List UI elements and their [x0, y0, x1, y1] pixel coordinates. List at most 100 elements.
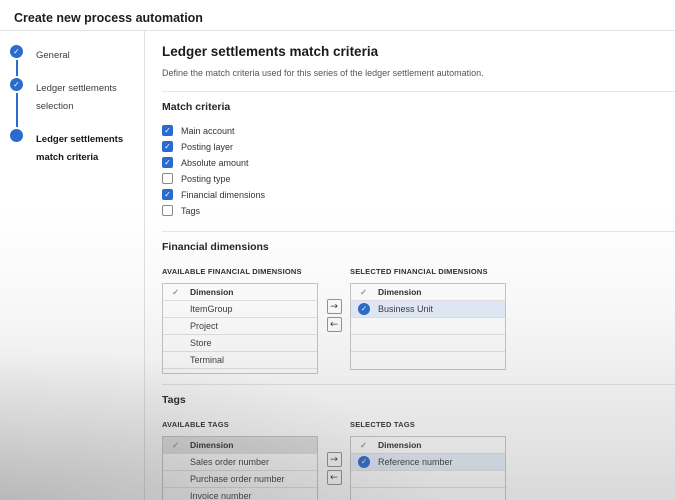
completed-step-check-icon: ✓ — [10, 78, 23, 91]
checkbox-label: Posting type — [181, 174, 231, 184]
checkbox-checked-icon[interactable]: ✓ — [162, 157, 173, 168]
selected-tags-grid[interactable]: ✓Dimension✓Reference number — [350, 436, 506, 500]
table-row[interactable]: Purchase order number — [163, 471, 317, 488]
available-tags-label: AVAILABLE TAGS — [162, 420, 318, 429]
move-left-button[interactable]: ← — [327, 470, 342, 485]
selected-row-check-icon: ✓ — [358, 456, 370, 468]
table-row[interactable]: Terminal — [163, 352, 317, 369]
available-tags-grid[interactable]: ✓Dimension Sales order number Purchase ord… — [162, 436, 318, 500]
row-label: Invoice number — [190, 491, 252, 500]
empty-table-row[interactable] — [351, 471, 505, 488]
column-header-label: Dimension — [190, 287, 233, 297]
financial-dimensions-heading: Financial dimensions — [162, 241, 675, 253]
checkbox-label: Posting layer — [181, 142, 233, 152]
column-header-label: Dimension — [378, 287, 421, 297]
row-label: Project — [190, 321, 218, 331]
row-label: Reference number — [378, 457, 453, 467]
grid-header-row[interactable]: ✓Dimension — [351, 284, 505, 301]
empty-table-row[interactable] — [351, 335, 505, 352]
empty-table-row[interactable] — [351, 352, 505, 369]
table-row[interactable]: Invoice number — [163, 488, 317, 500]
financial-dimensions-move-buttons: → ← — [318, 299, 350, 332]
row-selected-check-icon: ✓ — [351, 303, 378, 315]
match-criteria-option[interactable]: Posting type — [162, 173, 675, 184]
move-right-button[interactable]: → — [327, 299, 342, 314]
tags-move-buttons: → ← — [318, 452, 350, 485]
selected-tags-column: SELECTED TAGS ✓Dimension✓Reference numbe… — [350, 418, 506, 500]
row-label: ItemGroup — [190, 304, 233, 314]
column-header-label: Dimension — [378, 440, 421, 450]
tags-heading: Tags — [162, 394, 675, 406]
row-label: Purchase order number — [190, 474, 285, 484]
match-criteria-option[interactable]: ✓ Financial dimensions — [162, 189, 675, 200]
completed-step-check-icon: ✓ — [10, 45, 23, 58]
match-criteria-heading: Match criteria — [162, 101, 675, 113]
selected-financial-dimensions-label: SELECTED FINANCIAL DIMENSIONS — [350, 267, 506, 276]
checkbox-unchecked-icon[interactable] — [162, 205, 173, 216]
column-check-icon: ✓ — [163, 287, 190, 298]
selected-row-check-icon: ✓ — [358, 303, 370, 315]
page-description: Define the match criteria used for this … — [162, 68, 675, 78]
financial-dimensions-section: Financial dimensions AVAILABLE FINANCIAL… — [162, 232, 675, 384]
column-check-icon: ✓ — [351, 440, 378, 451]
column-header-label: Dimension — [190, 440, 233, 450]
table-row[interactable]: Project — [163, 318, 317, 335]
match-criteria-checkbox-list: ✓ Main account ✓ Posting layer ✓ Absolute amo… — [162, 125, 675, 216]
tags-section: Tags AVAILABLE TAGS ✓DimensionSales orde… — [162, 385, 675, 500]
wizard-step-sidebar: ✓ General ✓ Ledger settlements selection Led… — [0, 31, 145, 500]
table-row[interactable]: ItemGroup — [163, 301, 317, 318]
step-label: Ledger settlements selection — [36, 83, 117, 112]
grid-header-row[interactable]: ✓Dimension — [351, 437, 505, 454]
available-financial-dimensions-grid[interactable]: ✓Dimension ItemGroup Project Store Terminal W… — [162, 283, 318, 374]
dialog-body: ✓ General ✓ Ledger settlements selection Led… — [0, 31, 675, 500]
step-label: General — [36, 50, 70, 61]
row-label: Worker — [190, 373, 219, 375]
checkbox-label: Tags — [181, 206, 200, 216]
grid-header-row[interactable]: ✓Dimension — [163, 437, 317, 454]
checkbox-label: Absolute amount — [181, 158, 249, 168]
row-label: Sales order number — [190, 457, 269, 467]
wizard-page: Ledger settlements match criteria Define… — [145, 31, 675, 500]
checkbox-checked-icon[interactable]: ✓ — [162, 125, 173, 136]
row-selected-check-icon: ✓ — [351, 456, 378, 468]
table-row[interactable]: Worker — [163, 369, 317, 374]
match-criteria-option[interactable]: ✓ Main account — [162, 125, 675, 136]
step-label: Ledger settlements match criteria — [36, 134, 123, 163]
table-row[interactable]: ✓ Reference number — [351, 454, 505, 471]
match-criteria-option[interactable]: ✓ Posting layer — [162, 141, 675, 152]
row-label: Business Unit — [378, 304, 433, 314]
checkbox-checked-icon[interactable]: ✓ — [162, 189, 173, 200]
table-row[interactable]: Store — [163, 335, 317, 352]
available-financial-dimensions-label: AVAILABLE FINANCIAL DIMENSIONS — [162, 267, 318, 276]
selected-financial-dimensions-grid[interactable]: ✓Dimension✓Business Unit — [350, 283, 506, 370]
wizard-step-3[interactable]: Ledger settlements match criteria — [6, 129, 138, 180]
empty-table-row[interactable] — [351, 318, 505, 335]
grid-header-row[interactable]: ✓Dimension — [163, 284, 317, 301]
column-check-icon: ✓ — [163, 440, 190, 451]
match-criteria-section: Match criteria ✓ Main account ✓ Posting lay… — [162, 92, 675, 231]
row-label: Terminal — [190, 355, 224, 365]
column-check-icon: ✓ — [351, 287, 378, 298]
checkbox-label: Financial dimensions — [181, 190, 265, 200]
step-list: ✓ General ✓ Ledger settlements selection Led… — [6, 45, 138, 180]
table-row[interactable]: Sales order number — [163, 454, 317, 471]
checkbox-unchecked-icon[interactable] — [162, 173, 173, 184]
move-right-button[interactable]: → — [327, 452, 342, 467]
empty-table-row[interactable] — [351, 488, 505, 500]
selected-tags-label: SELECTED TAGS — [350, 420, 506, 429]
checkbox-checked-icon[interactable]: ✓ — [162, 141, 173, 152]
available-tags-column: AVAILABLE TAGS ✓Dimension Sales order num… — [162, 418, 318, 500]
checkbox-label: Main account — [181, 126, 235, 136]
current-step-icon — [10, 129, 23, 142]
financial-dimensions-dual-list: AVAILABLE FINANCIAL DIMENSIONS ✓Dimensio… — [162, 265, 675, 374]
table-row[interactable]: ✓ Business Unit — [351, 301, 505, 318]
match-criteria-option[interactable]: Tags — [162, 205, 675, 216]
page-title: Ledger settlements match criteria — [162, 44, 675, 59]
match-criteria-option[interactable]: ✓ Absolute amount — [162, 157, 675, 168]
tags-dual-list: AVAILABLE TAGS ✓DimensionSales order num… — [162, 418, 675, 500]
dialog-title: Create new process automation — [14, 11, 203, 25]
wizard-step-1[interactable]: ✓ General — [6, 45, 138, 78]
wizard-step-2[interactable]: ✓ Ledger settlements selection — [6, 78, 138, 129]
move-left-button[interactable]: ← — [327, 317, 342, 332]
dialog-header: Create new process automation — [0, 0, 675, 31]
